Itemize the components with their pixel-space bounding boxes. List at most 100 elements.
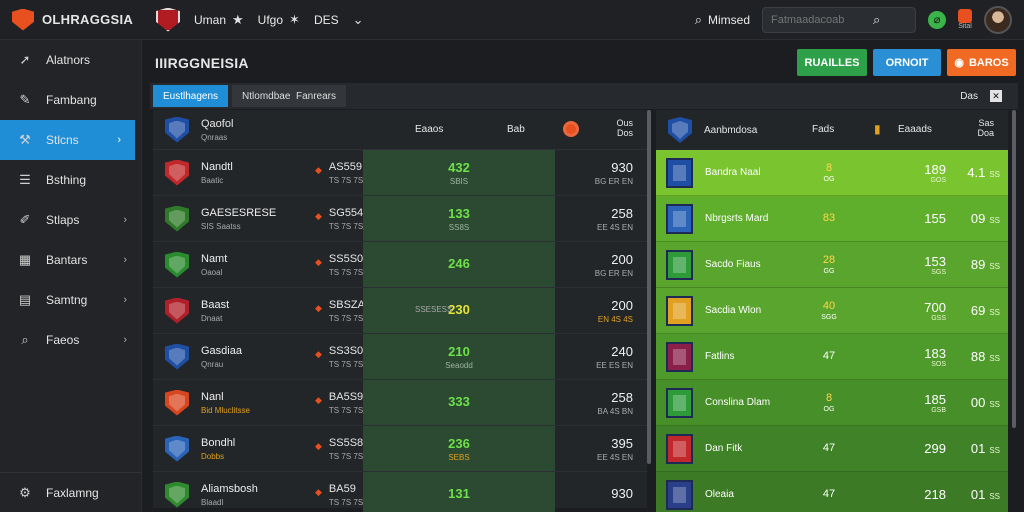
stat-sub: TS 7S 7S: [328, 313, 364, 323]
tab-1[interactable]: Ntlomdbae Fanrears: [232, 85, 346, 107]
stat-sub: TS 7S 7S: [328, 497, 364, 507]
sidebar-item-5[interactable]: ▦ Bantars ›: [0, 240, 141, 280]
points-value: 183: [924, 345, 946, 361]
stat-values: BA5S9 TS 7S 7S: [329, 391, 363, 415]
total-cell: 258 BA 4S BN: [597, 380, 633, 425]
avatar[interactable]: [984, 5, 1012, 34]
right-column-header-2[interactable]: Eaaads: [898, 124, 932, 135]
sidebar-item-1[interactable]: ✎ Fambang: [0, 80, 141, 120]
search-box[interactable]: ⌕: [762, 6, 916, 33]
nav-item-2[interactable]: Ufgo ✶: [258, 12, 300, 28]
total-sub: BA 4S BN: [597, 406, 633, 416]
table-row[interactable]: Dan Fitk 47 299 01 SS: [656, 426, 1008, 472]
stat-values: SS5S0 TS 7S 7S: [329, 253, 363, 277]
table-row[interactable]: Sacdia Wlon 40 SGG 700 GSS 69 SS: [656, 288, 1008, 334]
table-row[interactable]: Baast Dnaat ◆ SBSZA TS 7S 7S SSESESS 230 200 EN …: [153, 288, 647, 334]
nav-item-1[interactable]: Uman ★: [194, 12, 244, 28]
search-icon[interactable]: ⌕: [873, 12, 880, 28]
brand[interactable]: OLHRAGGSIA: [0, 8, 142, 31]
sidebar-item-3[interactable]: ☰ Bsthing: [0, 160, 141, 200]
orange-action-button[interactable]: ◉ BAROS: [947, 49, 1016, 76]
stat-value: SG554: [328, 206, 364, 219]
trend-arrow-icon: ◆: [315, 440, 322, 451]
right-column-header-3b: Doa: [977, 128, 994, 138]
team-crest-icon: [165, 251, 189, 278]
team-crest-icon: [666, 479, 693, 510]
team-crest-icon: [165, 481, 189, 508]
stat-value: 8: [825, 162, 833, 174]
table-row[interactable]: Sacdo Fiaus 28 GG 153 SGS 89 SS: [656, 242, 1008, 288]
sidebar-item-2[interactable]: ⚒ Stlcns ›: [0, 120, 135, 160]
sidebar-item-6[interactable]: ▤ Samtng ›: [0, 280, 141, 320]
star-icon: ✶: [289, 11, 300, 27]
nav-item-3[interactable]: DES ⌄: [314, 12, 364, 28]
points-cell: 183 SOS: [914, 346, 946, 368]
total-sub: BG ER EN: [594, 268, 633, 278]
table-row[interactable]: Gasdiaa Qnrau ◆ SS3S0 TS 7S 7S 210 Seaodd 240 EE…: [153, 334, 647, 380]
chevron-right-icon: ›: [123, 294, 127, 306]
ball-icon: [563, 121, 579, 137]
stat-block: 47: [809, 442, 849, 456]
right-column-header-3[interactable]: Sas Doa: [977, 118, 994, 138]
team-name-block: Aliamsbosh Blaadl: [201, 483, 285, 507]
trend-arrow-icon: ◆: [315, 486, 322, 497]
total-value: 930: [611, 486, 633, 501]
table-row[interactable]: Namt Oaoal ◆ SS5S0 TS 7S 7S 246 200 BG ER EN: [153, 242, 647, 288]
stat-values: SG554 TS 7S 7S: [329, 207, 363, 231]
team-name: Dan Fitk: [705, 443, 743, 454]
circle-icon: ◉: [954, 57, 964, 69]
tab-0[interactable]: Eustlhagens: [153, 85, 229, 107]
stat-value: BA59: [328, 482, 356, 495]
column-header-2[interactable]: Bab: [507, 124, 525, 135]
table-row[interactable]: Oleaia 47 218 01 SS: [656, 472, 1008, 512]
table-row[interactable]: Nandtl Baatic ◆ AS559 TS 7S 7S 432 SBIS 930 BG E…: [153, 150, 647, 196]
stat-sub: GG: [823, 268, 835, 275]
stat-value: 47: [822, 441, 836, 454]
team-subtitle: Qnrau: [201, 359, 224, 369]
sidebar-item-7[interactable]: ⌕ Faeos ›: [0, 320, 141, 360]
score-sub: SEBS: [448, 452, 470, 462]
points-sub: SOS: [931, 360, 946, 368]
team-crest-icon: [165, 435, 189, 462]
green-action-button[interactable]: RUAILLES: [797, 49, 867, 76]
table-row[interactable]: Fatlins 47 183 SOS 88 SS: [656, 334, 1008, 380]
team-name: Sacdia Wlon: [705, 305, 762, 316]
sidebar-settings[interactable]: ⚙ Faxlamng: [0, 472, 142, 512]
table-row[interactable]: Nanl Bid Mluclitsse ◆ BA5S9 TS 7S 7S 333 258 BA…: [153, 380, 647, 426]
team-subtitle: Dobbs: [201, 451, 225, 461]
column-header-1[interactable]: Eaaos: [415, 124, 443, 135]
right-column-header-1[interactable]: Fads: [812, 124, 834, 135]
status-icon[interactable]: ⌀: [928, 10, 946, 29]
team-name-block: Baast Dnaat: [201, 299, 285, 323]
column-header-3[interactable]: Ous Dos: [616, 118, 633, 138]
right-scrollbar[interactable]: [1012, 110, 1016, 428]
sidebar-item-label: Alatnors: [46, 53, 91, 67]
notification-button[interactable]: Sital: [958, 9, 972, 30]
table-row[interactable]: Bandra Naal 8 OG 189 GOS 4.1 SS: [656, 150, 1008, 196]
list-icon: ☰: [19, 172, 31, 187]
sidebar-item-0[interactable]: ➚ Alatnors: [0, 40, 141, 80]
left-scrollbar[interactable]: [647, 110, 651, 464]
search-input[interactable]: [771, 13, 867, 26]
score-cell: 432 SBIS: [363, 150, 555, 195]
team-subtitle: Dnaat: [201, 313, 223, 323]
table-row[interactable]: Bondhl Dobbs ◆ SS5S8 TS 7S 7S 236 SEBS 395 EE 4S…: [153, 426, 647, 472]
sidebar-item-4[interactable]: ✐ Stlaps ›: [0, 200, 141, 240]
blue-action-button[interactable]: ORNOIT: [873, 49, 941, 76]
left-table-body: Nandtl Baatic ◆ AS559 TS 7S 7S 432 SBIS 930 BG E…: [153, 150, 647, 512]
table-row[interactable]: Conslina Dlam 8 OG 185 GSB 00 SS: [656, 380, 1008, 426]
score-cell: 131: [363, 472, 555, 512]
stat-value: 8: [825, 392, 833, 404]
stat-values: SS5S8 TS 7S 7S: [329, 437, 363, 461]
team-name: Nbrgsrts Mard: [705, 213, 769, 224]
table-row[interactable]: Nbrgsrts Mard 83 155 09 SS: [656, 196, 1008, 242]
table-row[interactable]: GAESESRESE SIS Saatss ◆ SG554 TS 7S 7S 133 SS8…: [153, 196, 647, 242]
team-subtitle: Baatic: [201, 175, 224, 185]
table-row[interactable]: Aliamsbosh Blaadl ◆ BA59 TS 7S 7S 131 930: [153, 472, 647, 512]
team-name: Fatlins: [705, 351, 735, 362]
stat-sub: TS 7S 7S: [328, 451, 364, 461]
quick-search-link[interactable]: ⌕ Mimsed: [695, 12, 750, 28]
rating-cell: 4.1 SS: [967, 165, 1000, 180]
close-icon[interactable]: ✕: [990, 90, 1002, 102]
club-badge-icon[interactable]: [156, 7, 180, 32]
